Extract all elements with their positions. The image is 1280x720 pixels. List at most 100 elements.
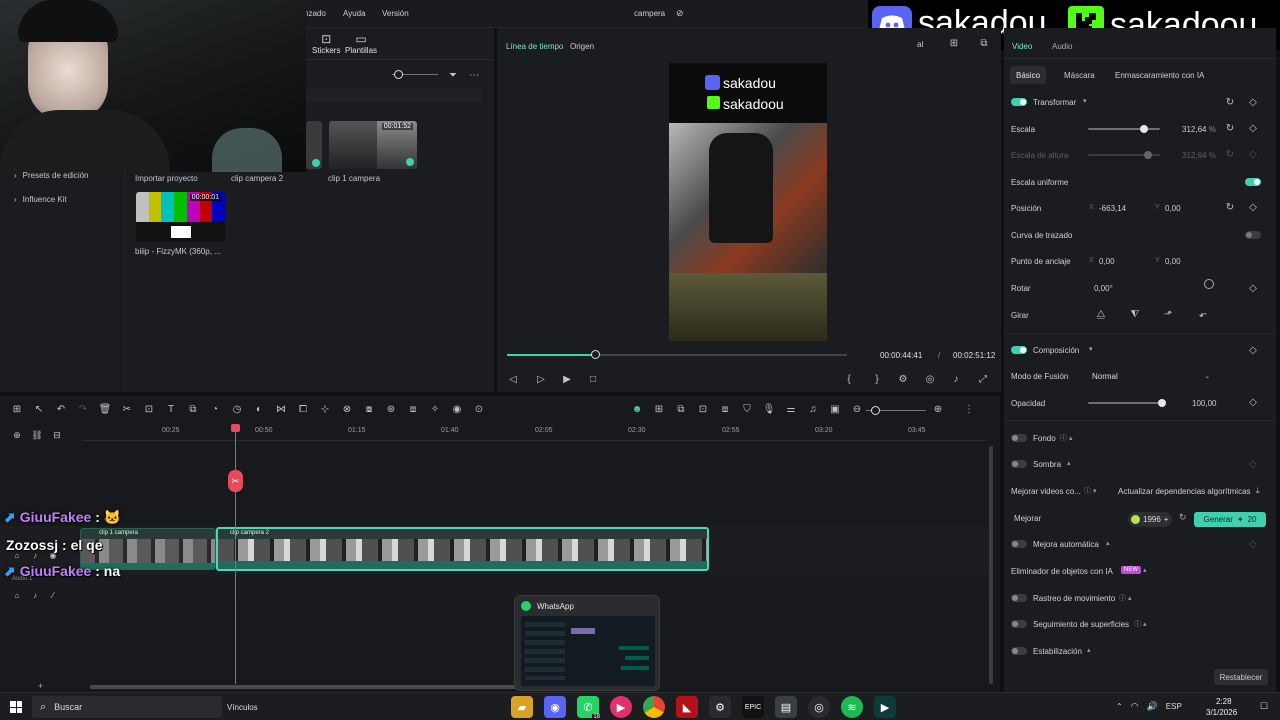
vertical-scrollbar[interactable]: [989, 446, 993, 684]
opacity-value[interactable]: 100,00: [1192, 399, 1216, 408]
split-icon[interactable]: ✂: [120, 402, 134, 416]
rotate-dial-icon[interactable]: [1204, 279, 1214, 289]
magic-wand-icon[interactable]: ⁄: [46, 588, 60, 602]
chevron-up-icon[interactable]: ⌃: [1116, 702, 1123, 711]
clock-date[interactable]: 3/1/2026: [1206, 708, 1237, 717]
speed-icon[interactable]: ◔: [208, 402, 222, 416]
wifi-icon[interactable]: ◠: [1131, 701, 1139, 712]
language-indicator[interactable]: ESP: [1166, 702, 1182, 711]
app-red-icon[interactable]: ◣: [676, 696, 698, 718]
audio-icon[interactable]: ♫: [806, 402, 820, 416]
snapshot-icon[interactable]: ◎: [923, 372, 937, 386]
stickers-button[interactable]: ⊡ Stickers: [312, 32, 340, 55]
whatsapp-preview-popup[interactable]: WhatsApp: [514, 595, 660, 691]
rotate-ccw-icon[interactable]: ⬐: [1196, 307, 1210, 321]
keyframe-rotate-icon[interactable]: ◇: [1246, 281, 1260, 295]
background-toggle[interactable]: [1011, 434, 1027, 442]
media-thumb-biiip[interactable]: 00:00:01: [136, 192, 225, 242]
rotate-cw-icon[interactable]: ⬏: [1161, 307, 1175, 321]
chrome-icon[interactable]: [643, 696, 665, 718]
tracking-icon[interactable]: ⊙: [472, 402, 486, 416]
search-bar[interactable]: [306, 88, 482, 102]
menu-item-version[interactable]: Versión: [382, 9, 409, 18]
info-icon[interactable]: ⓘ ▴: [1119, 593, 1131, 603]
zoom-knob[interactable]: [871, 406, 880, 415]
refresh-icon[interactable]: ↻: [1179, 512, 1187, 523]
info-icon[interactable]: ⓘ ▴: [1134, 619, 1146, 629]
mark-in-icon[interactable]: {: [842, 372, 856, 386]
effect-tool-icon[interactable]: ⊛: [384, 402, 398, 416]
stabilize-tool-icon[interactable]: ⧇: [362, 402, 376, 416]
layout-options-icon[interactable]: ⋮: [962, 402, 976, 416]
anchor-x-input[interactable]: 0,00: [1099, 257, 1115, 266]
palette-icon[interactable]: ◉: [450, 402, 464, 416]
quality-select[interactable]: al: [917, 40, 923, 49]
expand-icon[interactable]: ▴: [1067, 459, 1071, 467]
fullscreen-icon[interactable]: ⤢: [976, 372, 990, 386]
shadow-toggle[interactable]: [1011, 460, 1027, 468]
speaker-tray-icon[interactable]: 🔊: [1147, 701, 1158, 712]
crop-icon[interactable]: ⊡: [142, 402, 156, 416]
composition-toggle[interactable]: [1011, 346, 1027, 354]
undo-icon[interactable]: ↶: [54, 402, 68, 416]
scale-slider-knob[interactable]: [1140, 125, 1149, 133]
credits-badge[interactable]: 1996 +: [1128, 512, 1172, 527]
flip-horizontal-icon[interactable]: ⧋: [1094, 307, 1108, 321]
generate-button[interactable]: Generar ✦ 20: [1194, 512, 1266, 527]
video-preview[interactable]: sakadou sakadoou: [669, 63, 827, 341]
menu-item-ayuda[interactable]: Ayuda: [343, 9, 366, 18]
auto-improve-toggle[interactable]: [1011, 540, 1027, 548]
obs-icon[interactable]: ◎: [808, 696, 830, 718]
uniform-scale-toggle[interactable]: [1245, 178, 1261, 186]
motion-tracking-toggle[interactable]: [1011, 594, 1027, 602]
freeze-icon[interactable]: ⧠: [296, 402, 310, 416]
blend-mode-select[interactable]: Normal ⌄: [1088, 368, 1214, 384]
text-icon[interactable]: T: [164, 402, 178, 416]
reset-position-icon[interactable]: ↻: [1223, 200, 1237, 214]
ai-assistant-icon[interactable]: ☻: [630, 402, 644, 416]
transform-toggle[interactable]: [1011, 98, 1027, 106]
transition-icon[interactable]: ⋈: [274, 402, 288, 416]
stabilization-toggle[interactable]: [1011, 647, 1027, 655]
keyframe-composition-icon[interactable]: ◇: [1246, 343, 1260, 357]
magic-icon[interactable]: ✧: [428, 402, 442, 416]
tab-timeline[interactable]: Línea de tiempo: [506, 42, 563, 51]
rotate-input[interactable]: 0,00°: [1094, 284, 1113, 293]
delete-icon[interactable]: 🗑: [98, 402, 112, 416]
horizontal-scrollbar[interactable]: [90, 685, 520, 689]
timeline-ruler[interactable]: 00:25 00:50 01:15 01:40 02:05 02:30 02:5…: [82, 424, 988, 442]
step-play-icon[interactable]: ▷: [534, 372, 548, 386]
notification-icon[interactable]: ☐: [1260, 701, 1268, 712]
split-marker-icon[interactable]: ✂: [228, 470, 243, 492]
keyframe-tool-icon[interactable]: ⊹: [318, 402, 332, 416]
filmora-icon[interactable]: ▶: [874, 696, 896, 718]
tab-video[interactable]: Video: [1012, 42, 1032, 51]
download-icon[interactable]: ⤓: [1256, 486, 1260, 496]
slider-knob[interactable]: [394, 70, 403, 79]
position-x-input[interactable]: -663,14: [1099, 204, 1126, 213]
add-icon[interactable]: +: [38, 681, 43, 691]
export-frame-icon[interactable]: ⧈: [406, 402, 420, 416]
app-window-icon[interactable]: ▤: [775, 696, 797, 718]
tab-audio[interactable]: Audio: [1052, 42, 1072, 51]
grid-icon[interactable]: ⊞: [947, 36, 961, 50]
update-dependencies-link[interactable]: Actualizar dependencias algorítmicas: [1118, 487, 1251, 496]
reset-scale-icon[interactable]: ↻: [1223, 121, 1237, 135]
zoom-in-icon[interactable]: ⊕: [931, 402, 945, 416]
render-settings-icon[interactable]: ⚙: [896, 372, 910, 386]
select-tool-icon[interactable]: ↖: [32, 402, 46, 416]
keyframe-scale-icon[interactable]: ◇: [1246, 121, 1260, 135]
settings-icon[interactable]: ⚙: [709, 696, 731, 718]
keyframe-transform-icon[interactable]: ◇: [1246, 95, 1260, 109]
sidebar-item-influence-kit[interactable]: › Influence Kit: [4, 188, 116, 210]
keyframe-opacity-icon[interactable]: ◇: [1246, 395, 1260, 409]
path-curve-toggle[interactable]: [1245, 231, 1261, 239]
templates-button[interactable]: ▭ Plantillas: [345, 32, 377, 55]
subtab-mask[interactable]: Máscara: [1064, 71, 1095, 80]
caption-icon[interactable]: ⊟: [50, 428, 64, 442]
reset-button[interactable]: Restablecer: [1214, 669, 1268, 685]
import-project-label[interactable]: Importar proyecto: [135, 174, 198, 183]
copy-icon[interactable]: ⧉: [674, 402, 688, 416]
lock-icon[interactable]: ⌂: [10, 588, 24, 602]
mixer-icon[interactable]: ⚌: [784, 402, 798, 416]
